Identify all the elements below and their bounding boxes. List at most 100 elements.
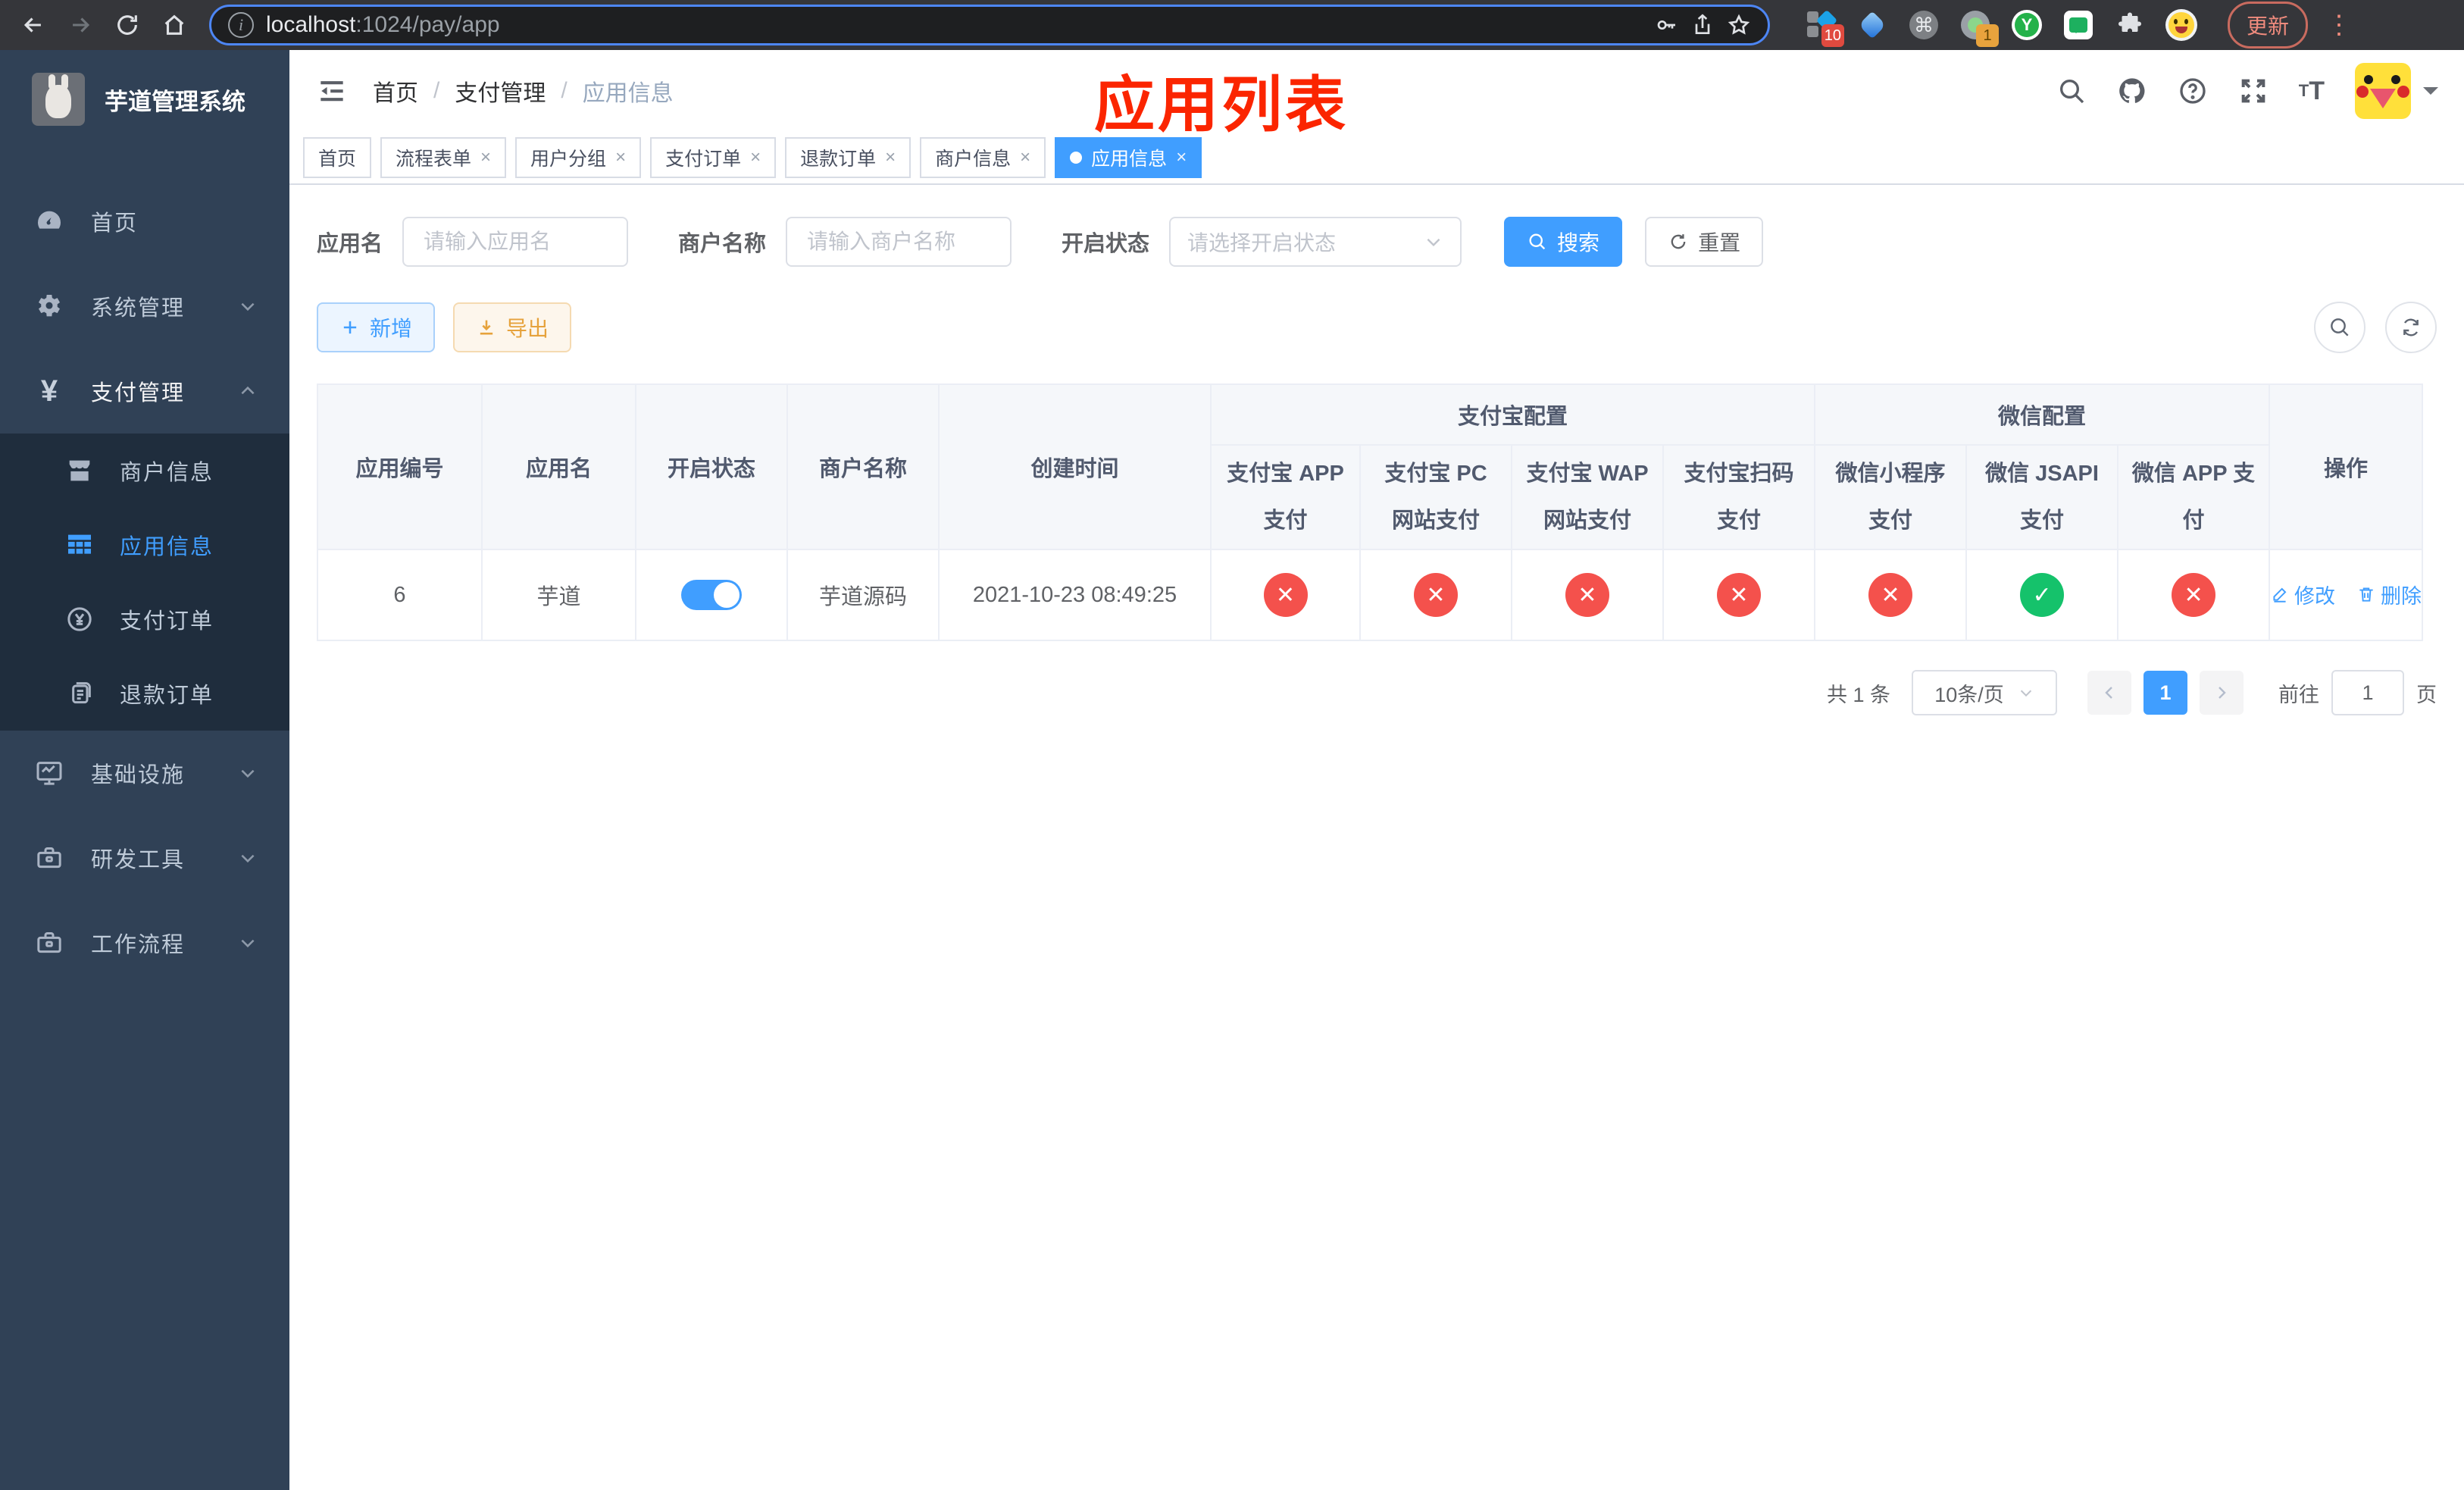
- extension-command-icon[interactable]: ⌘: [1908, 9, 1940, 41]
- channel-status-icon: ✕: [2172, 573, 2216, 617]
- tab-close-icon[interactable]: ×: [1020, 149, 1030, 167]
- tab-refund-order[interactable]: 退款订单 ×: [785, 137, 911, 178]
- edit-link[interactable]: 修改: [2270, 580, 2335, 609]
- breadcrumb-pay[interactable]: 支付管理: [455, 74, 546, 108]
- breadcrumb-current: 应用信息: [582, 81, 674, 106]
- help-icon[interactable]: [2178, 76, 2208, 106]
- site-info-icon[interactable]: i: [228, 12, 254, 38]
- tab-close-icon[interactable]: ×: [615, 149, 626, 167]
- sidebar-item-pay-order[interactable]: 支付订单: [0, 582, 289, 656]
- tab-process-form[interactable]: 流程表单 ×: [380, 137, 507, 178]
- tab-close-icon[interactable]: ×: [750, 149, 761, 167]
- browser-menu-icon[interactable]: ⋮: [2326, 12, 2352, 38]
- app-title: 芋道管理系统: [105, 88, 245, 115]
- app-name-input[interactable]: [402, 217, 629, 267]
- browser-forward-button[interactable]: [61, 5, 100, 45]
- header-search-icon[interactable]: [2056, 76, 2087, 106]
- tab-pay-order[interactable]: 支付订单 ×: [650, 137, 777, 178]
- browser-home-button[interactable]: [155, 5, 194, 45]
- chevron-down-icon: [238, 296, 258, 316]
- tab-close-icon[interactable]: ×: [1176, 149, 1187, 167]
- address-bar[interactable]: i localhost:1024/pay/app: [209, 5, 1770, 45]
- coin-yen-icon: [62, 602, 97, 637]
- tab-user-group[interactable]: 用户分组 ×: [515, 137, 642, 178]
- page-size-select[interactable]: 10条/页: [1912, 670, 2057, 715]
- toolbox-icon: [32, 840, 67, 875]
- col-header-app-name: 应用名: [481, 383, 636, 550]
- share-icon[interactable]: [1690, 13, 1715, 37]
- delete-link[interactable]: 删除: [2356, 580, 2422, 609]
- extension-chat-icon[interactable]: [2062, 9, 2094, 41]
- browser-update-button[interactable]: 更新: [2228, 2, 2309, 49]
- bookmark-star-icon[interactable]: [1727, 13, 1751, 37]
- col-header-wechat-lite: 微信小程序支付: [1814, 444, 1968, 550]
- tab-close-icon[interactable]: ×: [480, 149, 491, 167]
- user-avatar-menu[interactable]: [2355, 63, 2438, 119]
- sidebar-item-home[interactable]: 首页: [0, 179, 289, 264]
- extension-badge: 10: [1821, 24, 1844, 47]
- cell-wechat-lite: ✕: [1814, 549, 1968, 641]
- app-logo: [32, 73, 85, 126]
- col-header-status: 开启状态: [635, 383, 788, 550]
- sidebar-item-infra[interactable]: 基础设施: [0, 731, 289, 815]
- tab-home[interactable]: 首页: [303, 137, 372, 178]
- pagination-total: 共 1 条: [1826, 683, 1890, 706]
- sidebar-item-workflow[interactable]: 工作流程: [0, 900, 289, 985]
- filter-form: 应用名 商户名称 开启状态 请选择开启状态 搜索 重置: [317, 217, 2437, 267]
- browser-back-button[interactable]: [14, 5, 53, 45]
- status-select[interactable]: 请选择开启状态: [1169, 217, 1462, 267]
- github-icon[interactable]: [2117, 76, 2147, 106]
- next-page-button[interactable]: [2200, 671, 2244, 715]
- extension-kite-icon[interactable]: [1856, 9, 1888, 41]
- cell-app-name: 芋道: [481, 549, 636, 641]
- extension-blocks-icon[interactable]: 10: [1805, 9, 1844, 47]
- sidebar-item-pay[interactable]: ¥ 支付管理: [0, 349, 289, 434]
- merchant-name-input[interactable]: [786, 217, 1012, 267]
- status-label: 开启状态: [1062, 232, 1150, 256]
- sidebar-item-refund-order[interactable]: 退款订单: [0, 656, 289, 731]
- font-size-icon[interactable]: TT: [2299, 78, 2325, 104]
- sidebar-item-app-info[interactable]: 应用信息: [0, 508, 289, 582]
- table-toolbar: 新增 导出: [317, 302, 2437, 353]
- chevron-right-icon: [2219, 687, 2226, 699]
- cell-alipay-wap: ✕: [1511, 549, 1664, 641]
- sidebar-item-merchant-info[interactable]: 商户信息: [0, 434, 289, 508]
- export-button[interactable]: 导出: [453, 302, 572, 352]
- extension-recorder-icon[interactable]: 1: [1959, 9, 1999, 47]
- tab-merchant-info[interactable]: 商户信息 ×: [920, 137, 1046, 178]
- toolbox-icon: [32, 925, 67, 960]
- url-text: localhost:1024/pay/app: [266, 12, 500, 37]
- col-header-alipay-qr: 支付宝扫码支付: [1662, 444, 1816, 550]
- breadcrumb-home[interactable]: 首页: [373, 74, 418, 108]
- add-button[interactable]: 新增: [317, 302, 436, 352]
- extensions-puzzle-icon[interactable]: [2114, 9, 2146, 41]
- cell-status: [635, 549, 788, 641]
- tab-close-icon[interactable]: ×: [885, 149, 896, 167]
- password-key-icon[interactable]: [1654, 13, 1678, 37]
- channel-status-icon: ✕: [1717, 573, 1761, 617]
- col-header-alipay-app: 支付宝 APP 支付: [1210, 444, 1361, 550]
- extension-y-icon[interactable]: Y: [2011, 9, 2043, 41]
- avatar: [2355, 63, 2411, 119]
- sidebar-item-dev-tools[interactable]: 研发工具: [0, 815, 289, 900]
- goto-page-input[interactable]: [2331, 670, 2404, 715]
- prev-page-button[interactable]: [2087, 671, 2131, 715]
- search-button[interactable]: 搜索: [1504, 217, 1623, 267]
- merchant-name-label: 商户名称: [678, 232, 767, 256]
- app-logo-row[interactable]: 芋道管理系统: [0, 50, 289, 149]
- status-toggle[interactable]: [681, 580, 742, 610]
- browser-profile-avatar[interactable]: [2165, 9, 2197, 41]
- reset-button[interactable]: 重置: [1645, 217, 1764, 267]
- refresh-table-button[interactable]: [2385, 302, 2437, 353]
- sidebar-item-system[interactable]: 系统管理: [0, 264, 289, 349]
- fullscreen-icon[interactable]: [2238, 76, 2269, 106]
- show-search-toggle-button[interactable]: [2314, 302, 2366, 353]
- col-header-alipay-pc: 支付宝 PC 网站支付: [1359, 444, 1512, 550]
- gear-icon: [32, 289, 67, 324]
- channel-status-icon: ✕: [1565, 573, 1609, 617]
- page-number-1[interactable]: 1: [2143, 671, 2187, 715]
- chevron-down-icon: [1424, 232, 1443, 252]
- browser-reload-button[interactable]: [108, 5, 147, 45]
- cell-actions: 修改 删除: [2269, 549, 2424, 641]
- sidebar-collapse-icon[interactable]: [315, 74, 349, 108]
